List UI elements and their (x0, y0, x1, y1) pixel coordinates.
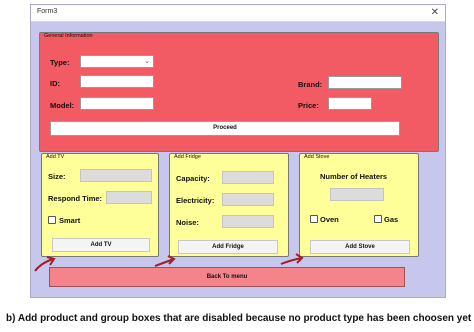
capacity-label: Capacity: (176, 174, 210, 183)
gas-label: Gas (384, 215, 399, 224)
type-dropdown[interactable]: ⌄ (80, 55, 154, 68)
smart-label: Smart (59, 216, 81, 225)
add-fridge-legend: Add Fridge (174, 154, 201, 160)
model-label: Model: (50, 101, 75, 110)
form-window: Form3 ✕ General Information Type: ⌄ ID: … (30, 4, 446, 298)
size-label: Size: (48, 172, 66, 181)
brand-label: Brand: (298, 80, 323, 89)
general-information-group: General Information Type: ⌄ ID: Brand: M… (39, 32, 439, 152)
number-of-heaters-label: Number of Heaters (320, 172, 388, 181)
respond-time-field[interactable] (106, 191, 152, 204)
figure-caption: b) Add product and group boxes that are … (6, 313, 472, 324)
add-tv-button[interactable]: Add TV (52, 238, 150, 252)
capacity-field[interactable] (222, 171, 274, 184)
gas-checkbox[interactable] (374, 215, 382, 223)
model-field[interactable] (80, 97, 154, 110)
respond-time-label: Respond Time: (48, 194, 103, 203)
add-fridge-button[interactable]: Add Fridge (178, 240, 278, 254)
price-label: Price: (298, 101, 319, 110)
title-bar: Form3 ✕ (31, 5, 445, 22)
chevron-down-icon: ⌄ (144, 58, 150, 65)
size-field[interactable] (80, 169, 152, 182)
close-icon[interactable]: ✕ (431, 6, 439, 20)
add-tv-legend: Add TV (46, 154, 65, 160)
noise-label: Noise: (176, 218, 199, 227)
id-field[interactable] (80, 75, 154, 88)
add-stove-group: Add Stove Number of Heaters Oven Gas Add… (299, 153, 419, 257)
window-title: Form3 (37, 8, 58, 15)
electricity-field[interactable] (222, 193, 274, 206)
add-stove-legend: Add Stove (304, 154, 330, 160)
noise-field[interactable] (222, 215, 274, 228)
oven-checkbox[interactable] (310, 215, 318, 223)
annotation-arrow-icon (280, 253, 304, 265)
oven-label: Oven (320, 215, 339, 224)
add-tv-group: Add TV Size: Respond Time: Smart Add TV (41, 153, 159, 257)
brand-field[interactable] (328, 76, 402, 89)
smart-checkbox[interactable] (48, 216, 56, 224)
add-fridge-group: Add Fridge Capacity: Electricity: Noise:… (169, 153, 289, 257)
type-label: Type: (50, 58, 70, 67)
id-label: ID: (50, 79, 60, 88)
price-field[interactable] (328, 97, 372, 110)
electricity-label: Electricity: (176, 196, 215, 205)
proceed-button[interactable]: Proceed (50, 121, 400, 136)
number-of-heaters-field[interactable] (330, 188, 384, 201)
back-to-menu-button[interactable]: Back To menu (49, 267, 405, 287)
add-stove-button[interactable]: Add Stove (310, 240, 410, 254)
general-information-legend: General Information (44, 33, 93, 39)
